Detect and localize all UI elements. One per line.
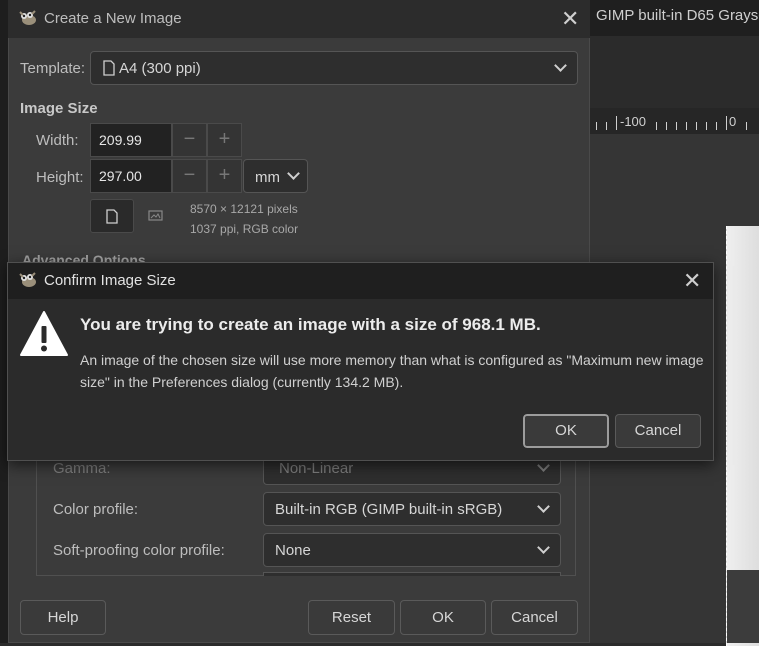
unit-combo[interactable]: mm: [243, 159, 308, 193]
ruler-tick: [616, 116, 617, 130]
template-label: Template:: [20, 60, 86, 77]
ruler-tick: [656, 122, 657, 130]
template-combo[interactable]: A4 (300 ppi): [90, 51, 578, 85]
pixel-dimensions: 8570 × 12121 pixels: [190, 202, 298, 216]
ruler-tick: [686, 122, 687, 130]
ruler-tick: [726, 116, 727, 130]
gimp-wilber-icon: [19, 10, 36, 25]
background-window-title: GIMP built-in D65 Graysc: [596, 7, 759, 24]
ruler-tick: [706, 122, 707, 130]
ruler-tick: [666, 122, 667, 130]
ruler-label-minus-100: -100: [620, 114, 647, 129]
ruler-tick: [606, 122, 607, 130]
template-value: A4 (300 ppi): [119, 60, 201, 77]
landscape-icon[interactable]: [148, 210, 163, 221]
create-ok-button[interactable]: OK: [400, 600, 486, 635]
ruler-tick: [746, 122, 747, 130]
gimp-wilber-icon: [19, 272, 36, 287]
width-increment-button[interactable]: +: [207, 123, 242, 157]
ruler-tick: [716, 122, 717, 130]
confirm-message: An image of the chosen size will use mor…: [80, 352, 704, 390]
soft-proofing-combo[interactable]: None: [263, 533, 561, 567]
ruler-tick: [596, 122, 597, 130]
height-label: Height:: [36, 169, 84, 186]
soft-proofing-label: Soft-proofing color profile:: [53, 542, 225, 559]
confirm-ok-button[interactable]: OK: [522, 413, 610, 449]
chevron-down-icon: [537, 541, 550, 554]
confirm-cancel-button[interactable]: Cancel: [615, 414, 701, 448]
height-increment-button[interactable]: +: [207, 159, 242, 193]
color-profile-label: Color profile:: [53, 501, 139, 518]
width-input[interactable]: [90, 123, 172, 157]
warning-icon: [20, 311, 68, 356]
help-button[interactable]: Help: [20, 600, 106, 635]
ruler-label-zero: 0: [729, 114, 737, 129]
soft-proofing-value: None: [275, 542, 311, 559]
chevron-down-icon: [537, 500, 550, 513]
height-input[interactable]: [90, 159, 172, 193]
width-label: Width:: [36, 132, 79, 149]
image-size-heading: Image Size: [20, 100, 98, 117]
chevron-down-icon: [287, 167, 300, 180]
portrait-icon: [106, 209, 118, 224]
reset-button[interactable]: Reset: [308, 600, 395, 635]
ruler-tick: [696, 122, 697, 130]
unit-value: mm: [255, 169, 280, 186]
create-cancel-button[interactable]: Cancel: [491, 600, 578, 635]
color-profile-combo[interactable]: Built-in RGB (GIMP built-in sRGB): [263, 492, 561, 526]
canvas-image-detail: [727, 570, 759, 643]
portrait-toggle[interactable]: [90, 199, 134, 233]
chevron-down-icon: [554, 59, 567, 72]
color-profile-value: Built-in RGB (GIMP built-in sRGB): [275, 501, 503, 518]
ruler-tick: [676, 122, 677, 130]
gamma-value: Non-Linear: [279, 460, 354, 477]
height-decrement-button[interactable]: −: [172, 159, 207, 193]
create-image-title: Create a New Image: [44, 10, 182, 27]
gamma-label: Gamma:: [53, 460, 111, 477]
document-icon: [103, 60, 115, 76]
scrolled-combo-edge: [263, 572, 561, 576]
width-decrement-button[interactable]: −: [172, 123, 207, 157]
confirm-close-icon[interactable]: ✕: [683, 270, 701, 292]
resolution-info: 1037 ppi, RGB color: [190, 222, 299, 236]
create-image-close-icon[interactable]: ✕: [561, 8, 579, 30]
confirm-title: Confirm Image Size: [44, 272, 176, 289]
confirm-heading: You are trying to create an image with a…: [80, 315, 541, 334]
chevron-down-icon: [537, 459, 550, 472]
